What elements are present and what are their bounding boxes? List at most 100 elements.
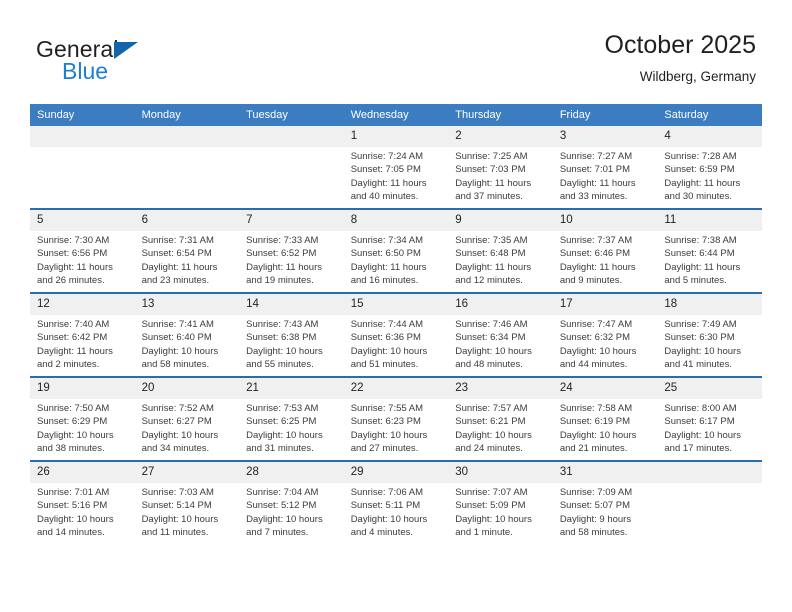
day-detail-line: and 31 minutes. (246, 443, 314, 455)
day-number-28[interactable]: 28 (239, 462, 344, 483)
day-detail-line: Daylight: 10 hours (455, 345, 532, 357)
day-detail-line: Sunset: 6:56 PM (37, 248, 108, 260)
day-number-empty (134, 126, 240, 147)
day-number-9[interactable]: 9 (448, 210, 553, 231)
day-detail-line: Sunset: 6:42 PM (37, 332, 108, 344)
day-cell-22[interactable]: Sunrise: 7:55 AM Sunset: 6:23 PM Daylight:… (343, 399, 449, 460)
day-detail-row: Sunrise: 7:24 AM Sunset: 7:05 PM Daylight:… (30, 147, 762, 208)
day-number-1[interactable]: 1 (343, 126, 449, 147)
day-cell-21[interactable]: Sunrise: 7:53 AM Sunset: 6:25 PM Daylight:… (239, 399, 344, 460)
day-cell-23[interactable]: Sunrise: 7:57 AM Sunset: 6:21 PM Daylight:… (448, 399, 553, 460)
weekday-header-wednesday: Wednesday (343, 104, 449, 126)
day-cell-20[interactable]: Sunrise: 7:52 AM Sunset: 6:27 PM Daylight:… (134, 399, 240, 460)
day-cell-6[interactable]: Sunrise: 7:31 AM Sunset: 6:54 PM Daylight:… (134, 231, 240, 292)
day-cell-empty (657, 483, 762, 544)
day-number-10[interactable]: 10 (552, 210, 658, 231)
day-number-13[interactable]: 13 (134, 294, 240, 315)
day-detail-line: Sunset: 6:48 PM (455, 248, 526, 260)
day-cell-26[interactable]: Sunrise: 7:01 AM Sunset: 5:16 PM Daylight:… (30, 483, 135, 544)
day-number-22[interactable]: 22 (343, 378, 449, 399)
day-cell-8[interactable]: Sunrise: 7:34 AM Sunset: 6:50 PM Daylight:… (343, 231, 449, 292)
day-cell-3[interactable]: Sunrise: 7:27 AM Sunset: 7:01 PM Daylight:… (552, 147, 658, 208)
day-number-25[interactable]: 25 (657, 378, 762, 399)
day-cell-31[interactable]: Sunrise: 7:09 AM Sunset: 5:07 PM Daylight:… (552, 483, 658, 544)
general-blue-logo[interactable]: General Blue (36, 36, 196, 88)
day-number-3[interactable]: 3 (552, 126, 658, 147)
day-number-15[interactable]: 15 (343, 294, 449, 315)
day-detail-row: Sunrise: 7:01 AM Sunset: 5:16 PM Daylight:… (30, 483, 762, 544)
day-detail-line: Sunset: 6:36 PM (350, 332, 421, 344)
day-detail-line: Sunset: 7:05 PM (350, 164, 421, 176)
day-detail-line: Daylight: 10 hours (455, 513, 532, 525)
day-number-2[interactable]: 2 (448, 126, 553, 147)
day-cell-16[interactable]: Sunrise: 7:46 AM Sunset: 6:34 PM Daylight:… (448, 315, 553, 376)
calendar-table: Sunday Monday Tuesday Wednesday Thursday Frid… (30, 104, 762, 544)
day-detail-line: Sunrise: 7:33 AM (246, 235, 319, 246)
day-cell-4[interactable]: Sunrise: 7:28 AM Sunset: 6:59 PM Daylight:… (657, 147, 762, 208)
day-number-row: 19 20 21 22 23 24 25 (30, 378, 762, 399)
day-detail-line: and 14 minutes. (37, 527, 105, 539)
day-number-4[interactable]: 4 (657, 126, 762, 147)
day-number-24[interactable]: 24 (552, 378, 658, 399)
day-cell-13[interactable]: Sunrise: 7:41 AM Sunset: 6:40 PM Daylight:… (134, 315, 240, 376)
day-detail-line: Sunrise: 7:37 AM (559, 235, 633, 246)
day-cell-29[interactable]: Sunrise: 7:06 AM Sunset: 5:11 PM Daylight:… (343, 483, 449, 544)
day-detail-line: Sunset: 6:34 PM (455, 332, 526, 344)
day-detail-line: Sunrise: 7:40 AM (37, 319, 110, 330)
day-number-6[interactable]: 6 (134, 210, 240, 231)
day-number-26[interactable]: 26 (30, 462, 135, 483)
day-detail-line: Sunset: 6:29 PM (37, 416, 108, 428)
day-number-17[interactable]: 17 (552, 294, 658, 315)
day-number-30[interactable]: 30 (448, 462, 553, 483)
logo-text-blue: Blue (62, 58, 109, 84)
day-cell-9[interactable]: Sunrise: 7:35 AM Sunset: 6:48 PM Daylight:… (448, 231, 553, 292)
day-detail-line: Daylight: 10 hours (141, 513, 219, 525)
day-cell-24[interactable]: Sunrise: 7:58 AM Sunset: 6:19 PM Daylight:… (552, 399, 658, 460)
day-cell-18[interactable]: Sunrise: 7:49 AM Sunset: 6:30 PM Daylight:… (657, 315, 762, 376)
day-number-empty (657, 462, 762, 483)
day-detail-line: and 12 minutes. (455, 275, 523, 287)
day-number-23[interactable]: 23 (448, 378, 553, 399)
day-number-29[interactable]: 29 (343, 462, 449, 483)
day-cell-14[interactable]: Sunrise: 7:43 AM Sunset: 6:38 PM Daylight:… (239, 315, 344, 376)
day-cell-28[interactable]: Sunrise: 7:04 AM Sunset: 5:12 PM Daylight:… (239, 483, 344, 544)
day-number-20[interactable]: 20 (134, 378, 240, 399)
day-cell-2[interactable]: Sunrise: 7:25 AM Sunset: 7:03 PM Daylight:… (448, 147, 553, 208)
day-cell-27[interactable]: Sunrise: 7:03 AM Sunset: 5:14 PM Daylight:… (134, 483, 240, 544)
day-detail-line: and 24 minutes. (455, 443, 523, 455)
day-cell-25[interactable]: Sunrise: 8:00 AM Sunset: 6:17 PM Daylight:… (657, 399, 762, 460)
day-cell-5[interactable]: Sunrise: 7:30 AM Sunset: 6:56 PM Daylight:… (30, 231, 135, 292)
day-detail-line: Sunrise: 7:41 AM (141, 319, 214, 330)
day-detail-line: and 11 minutes. (141, 527, 209, 539)
day-cell-19[interactable]: Sunrise: 7:50 AM Sunset: 6:29 PM Daylight:… (30, 399, 135, 460)
day-cell-30[interactable]: Sunrise: 7:07 AM Sunset: 5:09 PM Daylight:… (448, 483, 553, 544)
day-number-5[interactable]: 5 (30, 210, 135, 231)
day-cell-7[interactable]: Sunrise: 7:33 AM Sunset: 6:52 PM Daylight:… (239, 231, 344, 292)
day-detail-line: Sunset: 7:01 PM (559, 164, 631, 176)
day-detail-line: Sunset: 6:46 PM (559, 248, 631, 260)
day-number-12[interactable]: 12 (30, 294, 135, 315)
day-cell-11[interactable]: Sunrise: 7:38 AM Sunset: 6:44 PM Daylight:… (657, 231, 762, 292)
day-cell-12[interactable]: Sunrise: 7:40 AM Sunset: 6:42 PM Daylight:… (30, 315, 135, 376)
day-number-16[interactable]: 16 (448, 294, 553, 315)
day-cell-1[interactable]: Sunrise: 7:24 AM Sunset: 7:05 PM Daylight:… (343, 147, 449, 208)
day-number-18[interactable]: 18 (657, 294, 762, 315)
day-number-19[interactable]: 19 (30, 378, 135, 399)
day-cell-15[interactable]: Sunrise: 7:44 AM Sunset: 6:36 PM Daylight:… (343, 315, 449, 376)
day-number-21[interactable]: 21 (239, 378, 344, 399)
day-detail-line: Sunset: 5:07 PM (559, 500, 631, 512)
day-cell-10[interactable]: Sunrise: 7:37 AM Sunset: 6:46 PM Daylight:… (552, 231, 658, 292)
day-detail-line: Sunrise: 8:00 AM (664, 403, 737, 414)
day-cell-17[interactable]: Sunrise: 7:47 AM Sunset: 6:32 PM Daylight:… (552, 315, 658, 376)
day-number-7[interactable]: 7 (239, 210, 344, 231)
day-detail-line: Daylight: 11 hours (455, 177, 532, 189)
day-number-8[interactable]: 8 (343, 210, 449, 231)
day-detail-line: Sunrise: 7:53 AM (246, 403, 319, 414)
day-number-31[interactable]: 31 (552, 462, 658, 483)
day-number-14[interactable]: 14 (239, 294, 344, 315)
day-number-27[interactable]: 27 (134, 462, 240, 483)
day-number-11[interactable]: 11 (657, 210, 762, 231)
day-detail-line: Sunrise: 7:07 AM (455, 487, 528, 498)
day-detail-line: Daylight: 10 hours (246, 513, 323, 525)
calendar-body: 1 2 3 4 Sunrise: 7:24 AM Sunset: 7:05 PM Dayli… (30, 126, 762, 544)
